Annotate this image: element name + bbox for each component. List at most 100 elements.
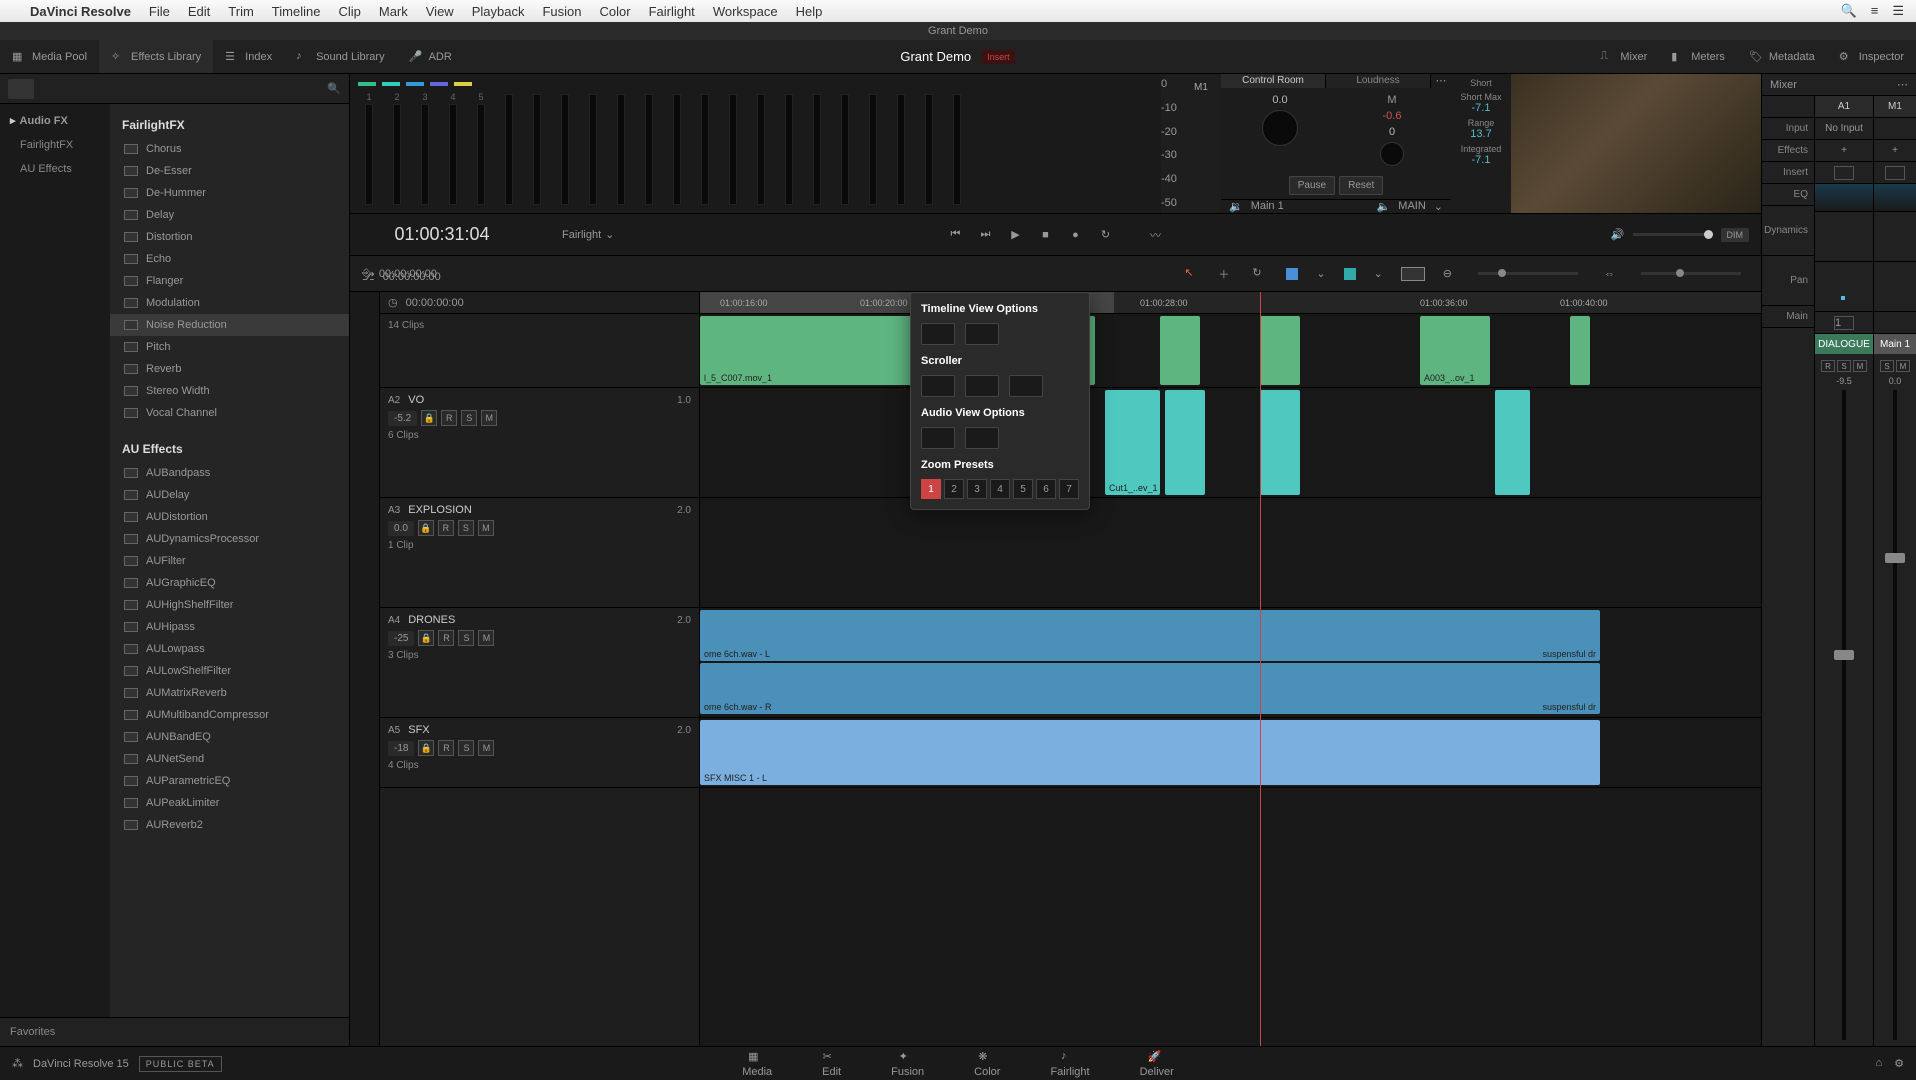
track-header[interactable]: 14 Clips — [380, 314, 699, 388]
dynamics-slot[interactable] — [1815, 212, 1873, 262]
playhead[interactable] — [1260, 292, 1261, 1046]
automation-button[interactable]: 〰 — [1148, 227, 1164, 243]
track-lane[interactable]: ome 6ch.wav - Lsuspensful drome 6ch.wav … — [700, 608, 1761, 718]
index-button[interactable]: ☰Index — [213, 40, 284, 73]
fx-item[interactable]: De-Hummer — [110, 182, 349, 204]
meters-button[interactable]: ▮Meters — [1659, 50, 1737, 64]
fx-item[interactable]: Pitch — [110, 336, 349, 358]
lock-button[interactable]: 🔒 — [418, 520, 434, 536]
zoom-preset-5[interactable]: 5 — [1013, 479, 1033, 499]
main-assign[interactable] — [1874, 312, 1916, 334]
track-lane[interactable]: Cut1_..ev_1 — [700, 388, 1761, 498]
timeline-view-options-button[interactable] — [1401, 267, 1425, 281]
fx-item[interactable]: Distortion — [110, 226, 349, 248]
record-arm-button[interactable]: R — [438, 740, 454, 756]
menu-view[interactable]: View — [426, 4, 454, 19]
inspector-button[interactable]: ⚙Inspector — [1827, 50, 1916, 64]
fx-item[interactable]: AUFilter — [110, 550, 349, 572]
fx-item[interactable]: AUDelay — [110, 484, 349, 506]
scroller-option-1[interactable] — [921, 375, 955, 397]
adr-button[interactable]: 🎤ADR — [397, 40, 464, 73]
fx-item[interactable]: Chorus — [110, 138, 349, 160]
rewind-button[interactable]: ⏮ — [948, 227, 964, 243]
view-option-2[interactable] — [965, 323, 999, 345]
audio-clip[interactable]: ome 6ch.wav - Rsuspensful dr — [700, 663, 1600, 714]
chevron-down-icon[interactable]: ⌄ — [1316, 267, 1325, 280]
m-knob[interactable] — [1380, 142, 1404, 166]
sound-library-button[interactable]: ♪Sound Library — [284, 40, 397, 73]
track-lane[interactable]: SFX MISC 1 - L — [700, 718, 1761, 788]
zoom-out-icon[interactable]: ⊖ — [1443, 267, 1452, 280]
pause-button[interactable]: Pause — [1289, 176, 1335, 195]
fx-item[interactable]: Noise Reduction — [110, 314, 349, 336]
track-db[interactable]: -25 — [388, 631, 414, 646]
mute-button[interactable]: M — [481, 410, 497, 426]
effects-slot[interactable]: + — [1874, 140, 1916, 162]
input-slot[interactable]: No Input — [1815, 118, 1873, 140]
speaker-icon[interactable]: 🔊 — [1611, 228, 1625, 241]
play-button[interactable]: ▶ — [1008, 227, 1024, 243]
foot-main1[interactable]: Main 1 — [1251, 200, 1284, 212]
solo-button[interactable]: S — [458, 740, 474, 756]
menu-trim[interactable]: Trim — [228, 4, 254, 19]
h-zoom-slider[interactable] — [1641, 272, 1741, 275]
flag-cyan[interactable] — [1344, 268, 1356, 280]
audio-clip[interactable] — [1165, 390, 1205, 495]
track-lane[interactable]: l_5_C007.mov_1A003_..ov_1 — [700, 314, 1761, 388]
loop-button[interactable]: ↻ — [1098, 227, 1114, 243]
lock-button[interactable]: 🔒 — [421, 410, 437, 426]
mute-button[interactable]: M — [478, 630, 494, 646]
page-color[interactable]: ❋Color — [974, 1050, 1000, 1078]
input-slot[interactable] — [1874, 118, 1916, 140]
fx-item[interactable]: AUHipass — [110, 616, 349, 638]
timecode-display[interactable]: 01:00:31:04 — [362, 224, 522, 245]
foot-main[interactable]: MAIN — [1398, 200, 1426, 212]
fader[interactable] — [1893, 390, 1897, 1040]
menu-extras2-icon[interactable]: ☰ — [1892, 3, 1904, 19]
page-deliver[interactable]: 🚀Deliver — [1140, 1050, 1174, 1078]
solo-button[interactable]: S — [458, 630, 474, 646]
track-header[interactable]: A5SFX2.0-18🔒RSM4 Clips — [380, 718, 699, 788]
video-viewer[interactable] — [1511, 74, 1761, 213]
fx-item[interactable]: AUPeakLimiter — [110, 792, 349, 814]
menu-help[interactable]: Help — [796, 4, 823, 19]
menu-workspace[interactable]: Workspace — [713, 4, 778, 19]
settings-icon[interactable]: ⚙ — [1894, 1057, 1904, 1070]
library-view-dropdown[interactable] — [8, 79, 34, 99]
audio-clip[interactable] — [1260, 390, 1300, 495]
menu-color[interactable]: Color — [599, 4, 630, 19]
audio-clip[interactable]: Cut1_..ev_1 — [1105, 390, 1160, 495]
track-lane[interactable] — [700, 498, 1761, 608]
dim-button[interactable]: DIM — [1721, 228, 1750, 242]
audio-view-option-2[interactable] — [965, 427, 999, 449]
page-edit[interactable]: ✂Edit — [822, 1050, 841, 1078]
menu-playback[interactable]: Playback — [472, 4, 525, 19]
track-db[interactable]: -18 — [388, 741, 414, 756]
fx-item[interactable]: AUDynamicsProcessor — [110, 528, 349, 550]
audio-clip[interactable] — [1495, 390, 1530, 495]
solo-button[interactable]: S — [458, 520, 474, 536]
scroller-option-2[interactable] — [965, 375, 999, 397]
main-assign[interactable]: 1 — [1815, 312, 1873, 334]
fast-forward-button[interactable]: ⏭ — [978, 227, 994, 243]
track-header[interactable]: A2VO1.0-5.2🔒RSM6 Clips — [380, 388, 699, 498]
zoom-preset-7[interactable]: 7 — [1059, 479, 1079, 499]
speaker-icon[interactable]: 🔉 — [1229, 200, 1243, 213]
insert-slot[interactable] — [1815, 162, 1873, 184]
home-icon[interactable]: ⌂ — [1875, 1057, 1882, 1070]
tc-dur[interactable]: 00:00:00:00 — [406, 297, 464, 309]
record-button[interactable]: ● — [1068, 227, 1084, 243]
menu-file[interactable]: File — [149, 4, 170, 19]
reset-button[interactable]: Reset — [1339, 176, 1383, 195]
eq-slot[interactable] — [1874, 184, 1916, 212]
fx-item[interactable]: AUGraphicEQ — [110, 572, 349, 594]
fx-item[interactable]: Delay — [110, 204, 349, 226]
mixer-menu-icon[interactable]: ⋯ — [1897, 78, 1908, 91]
cat-fairlightfx[interactable]: FairlightFX — [0, 133, 110, 157]
chevron-down-icon[interactable]: ⌄ — [1374, 267, 1383, 280]
zoom-preset-3[interactable]: 3 — [967, 479, 987, 499]
mute-button[interactable]: M — [478, 520, 494, 536]
eq-slot[interactable] — [1815, 184, 1873, 212]
chevron-down-icon[interactable]: ⌄ — [1434, 200, 1443, 213]
menu-fairlight[interactable]: Fairlight — [649, 4, 695, 19]
